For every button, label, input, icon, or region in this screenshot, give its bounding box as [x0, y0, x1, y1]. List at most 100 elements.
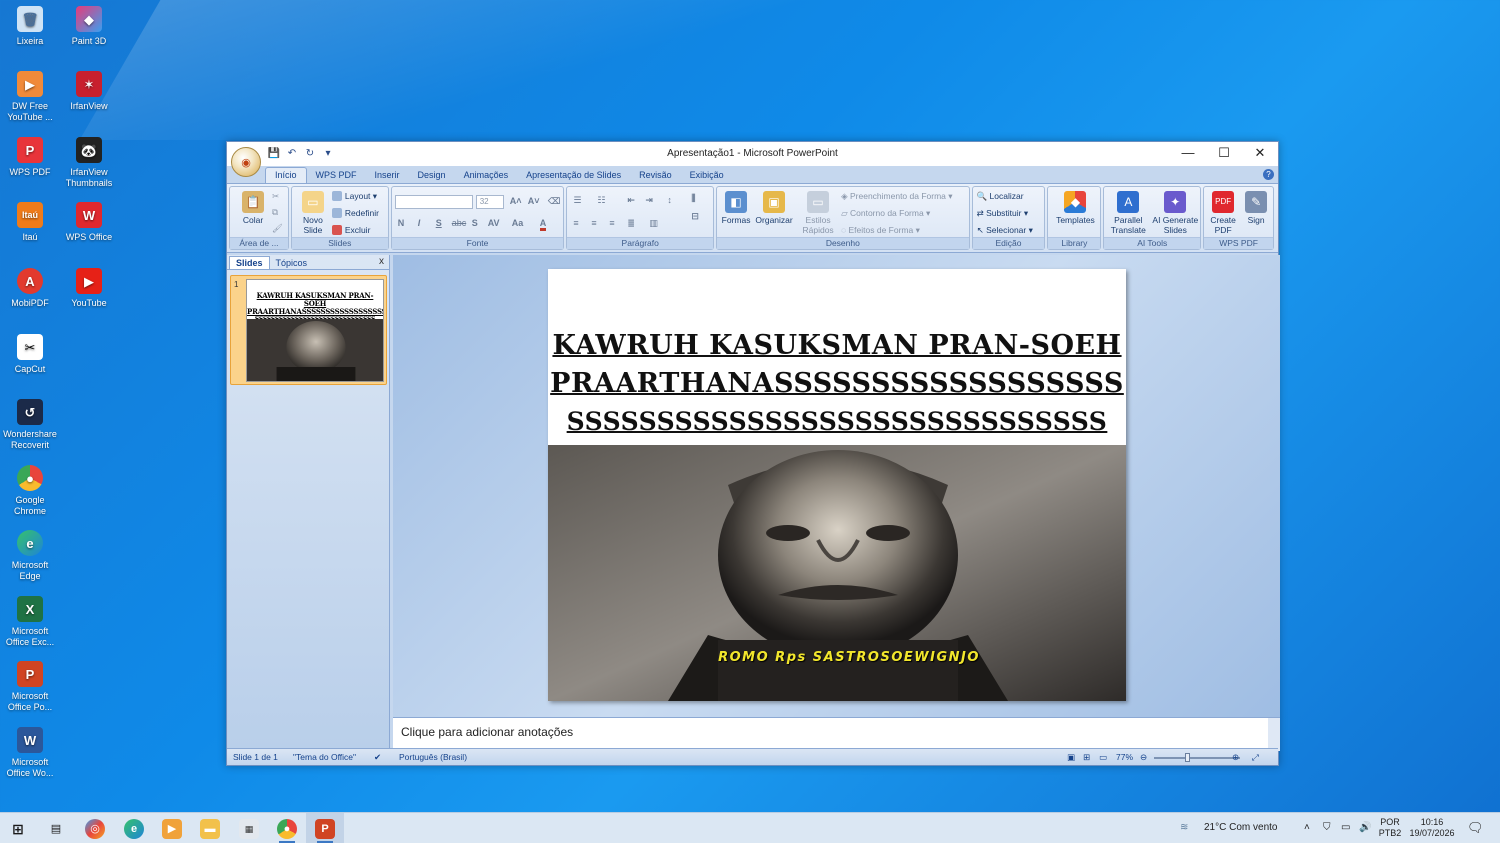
chevron-up-icon[interactable]: ˄ [1304, 822, 1310, 833]
shape-fill-button[interactable]: ◈ Preenchimento da Forma ▾ [841, 191, 952, 202]
zoom-in-icon[interactable]: ⊕ [1232, 752, 1239, 763]
tab-slides[interactable]: Slides [229, 256, 270, 269]
format-painter-icon[interactable]: 🖌 [272, 223, 283, 234]
tab-design[interactable]: Design [409, 168, 455, 183]
font-family-box[interactable] [394, 195, 473, 209]
change-case-button[interactable]: Aa [512, 218, 524, 228]
notes-pane[interactable]: Clique para adicionar anotações [393, 717, 1280, 751]
desktop-icon-capcut[interactable]: ✂ CapCut [0, 334, 60, 375]
shrink-font-icon[interactable]: A˅ [528, 196, 540, 206]
slideshow-icon[interactable]: ▭ [1099, 752, 1107, 763]
shadow-button[interactable]: S [472, 218, 478, 228]
reset-button[interactable]: Redefinir [331, 208, 379, 218]
font-size-box[interactable]: 32 [475, 195, 504, 209]
slide-thumbnail[interactable]: 1 KAWRUH KASUKSMAN PRAN-SOEH PRAARTHANAS… [230, 275, 387, 385]
replace-button[interactable]: ⇄ Substituir ▾ [977, 208, 1029, 219]
shape-effects-button[interactable]: ◌ Efeitos de Forma ▾ [841, 225, 920, 236]
weather-icon[interactable]: ≋ [1180, 822, 1188, 833]
align-right-icon[interactable]: ≡ [609, 218, 614, 228]
slide-title[interactable]: KAWRUH KASUKSMAN PRAN-SOEH PRAARTHANASSS… [548, 327, 1126, 441]
line-spacing-icon[interactable]: ↕ [667, 195, 672, 205]
task-view-icon[interactable]: ▤ [46, 819, 66, 839]
copy-icon[interactable]: ⧉ [272, 207, 278, 218]
maximize-button[interactable]: ☐ [1206, 142, 1242, 166]
zoom-slider-thumb[interactable] [1185, 753, 1191, 762]
desktop-icon-mobipdf[interactable]: A MobiPDF [0, 268, 60, 309]
slide-sorter-icon[interactable]: ⊞ [1083, 752, 1090, 763]
tab-exibicao[interactable]: Exibição [681, 168, 733, 183]
tab-revisao[interactable]: Revisão [630, 168, 681, 183]
create-pdf-button[interactable]: PDF Create PDF [1206, 191, 1240, 235]
slide-canvas[interactable]: KAWRUH KASUKSMAN PRAN-SOEH PRAARTHANASSS… [548, 269, 1126, 701]
desktop-icon-irfanview-thumbnails[interactable]: 🐼 IrfanView Thumbnails [59, 137, 119, 189]
paste-button[interactable]: 📋 Colar [234, 191, 272, 225]
bold-button[interactable]: N [398, 218, 405, 228]
text-direction-icon[interactable]: ⫼ [691, 193, 695, 204]
powerpoint-taskbar-icon[interactable]: P [315, 819, 335, 839]
fit-to-window-icon[interactable]: ⤢ [1252, 752, 1259, 763]
zoom-level[interactable]: 77% [1116, 752, 1133, 762]
strikethrough-button[interactable]: abc [452, 218, 467, 228]
zoom-slider[interactable] [1154, 757, 1240, 759]
increase-indent-icon[interactable]: ⇥ [645, 195, 653, 206]
justify-icon[interactable]: ≣ [627, 218, 635, 229]
pane-close-icon[interactable]: x [379, 256, 384, 267]
clear-format-icon[interactable]: ⌫ [548, 196, 561, 207]
grow-font-icon[interactable]: A˄ [510, 196, 522, 206]
notes-scrollbar[interactable] [1268, 718, 1280, 751]
shapes-button[interactable]: ◧ Formas [719, 191, 753, 225]
parallel-translate-button[interactable]: A Parallel Translate [1106, 191, 1150, 235]
char-spacing-button[interactable]: AV [488, 218, 500, 228]
normal-view-icon[interactable]: ▣ [1067, 752, 1075, 763]
templates-button[interactable]: ◆ Templates [1050, 191, 1100, 225]
desktop-icon-excel[interactable]: X Microsoft Office Exc... [0, 596, 60, 648]
desktop-icon-wps-office[interactable]: W WPS Office [59, 202, 119, 243]
align-text-icon[interactable]: ⊟ [691, 211, 699, 222]
desktop-icon-youtube[interactable]: ▶ YouTube [59, 268, 119, 309]
start-icon[interactable]: ⊞ [8, 819, 28, 839]
desktop-icon-chrome[interactable]: ● Google Chrome [0, 465, 60, 517]
copilot-icon[interactable]: ◎ [85, 819, 105, 839]
desktop-icon-powerpoint[interactable]: P Microsoft Office Po... [0, 661, 60, 713]
delete-slide-button[interactable]: Excluir [331, 225, 370, 235]
desktop-icon-irfanview[interactable]: ✶ IrfanView [59, 71, 119, 112]
desktop-icon-itau[interactable]: Itaú Itaú [0, 202, 60, 243]
shape-outline-button[interactable]: ▱ Contorno da Forma ▾ [841, 208, 930, 219]
cut-icon[interactable]: ✂ [272, 191, 279, 202]
sign-button[interactable]: ✎ Sign [1240, 191, 1272, 225]
zoom-out-icon[interactable]: ⊖ [1140, 752, 1147, 763]
clock[interactable]: 10:16 19/07/2026 [1406, 817, 1458, 839]
media-player-icon[interactable]: ▶ [162, 819, 182, 839]
align-center-icon[interactable]: ≡ [591, 218, 596, 228]
minimize-button[interactable]: — [1170, 142, 1206, 166]
input-language[interactable]: POR PTB2 [1378, 817, 1402, 839]
bullets-icon[interactable]: ☰ [573, 195, 581, 206]
columns-icon[interactable]: ▥ [649, 218, 658, 229]
tab-outline[interactable]: Tópicos [270, 257, 314, 269]
chrome-taskbar-icon[interactable]: ● [277, 819, 297, 839]
desktop-icon-word[interactable]: W Microsoft Office Wo... [0, 727, 60, 779]
arrange-button[interactable]: ▣ Organizar [753, 191, 795, 225]
tab-inicio[interactable]: Início [265, 167, 307, 183]
tab-inserir[interactable]: Inserir [366, 168, 409, 183]
decrease-indent-icon[interactable]: ⇤ [627, 195, 635, 206]
security-icon[interactable]: ⛉ [1323, 822, 1331, 833]
volume-icon[interactable]: 🔊 [1359, 822, 1371, 833]
italic-button[interactable]: I [418, 218, 421, 228]
tab-apresentacao[interactable]: Apresentação de Slides [517, 168, 630, 183]
calendar-icon[interactable]: ▦ [239, 819, 259, 839]
ai-generate-slides-button[interactable]: ✦ AI Generate Slides [1150, 191, 1200, 235]
spellcheck-icon[interactable]: ✔ [374, 752, 381, 763]
font-color-icon[interactable]: A [539, 218, 547, 231]
new-slide-button[interactable]: ▭ Novo Slide [295, 191, 331, 235]
close-button[interactable]: ✕ [1242, 142, 1278, 166]
status-theme[interactable]: "Tema do Office" [293, 752, 356, 762]
tab-animacoes[interactable]: Animações [455, 168, 518, 183]
weather-text[interactable]: 21°C Com vento [1204, 822, 1277, 833]
numbering-icon[interactable]: ☷ [597, 195, 605, 206]
file-explorer-icon[interactable]: ▬ [200, 819, 220, 839]
edge-taskbar-icon[interactable]: e [124, 819, 144, 839]
office-button-icon[interactable]: ◉ [231, 147, 261, 177]
desktop-icon-edge[interactable]: e Microsoft Edge [0, 530, 60, 582]
network-icon[interactable]: ▭ [1341, 822, 1350, 833]
